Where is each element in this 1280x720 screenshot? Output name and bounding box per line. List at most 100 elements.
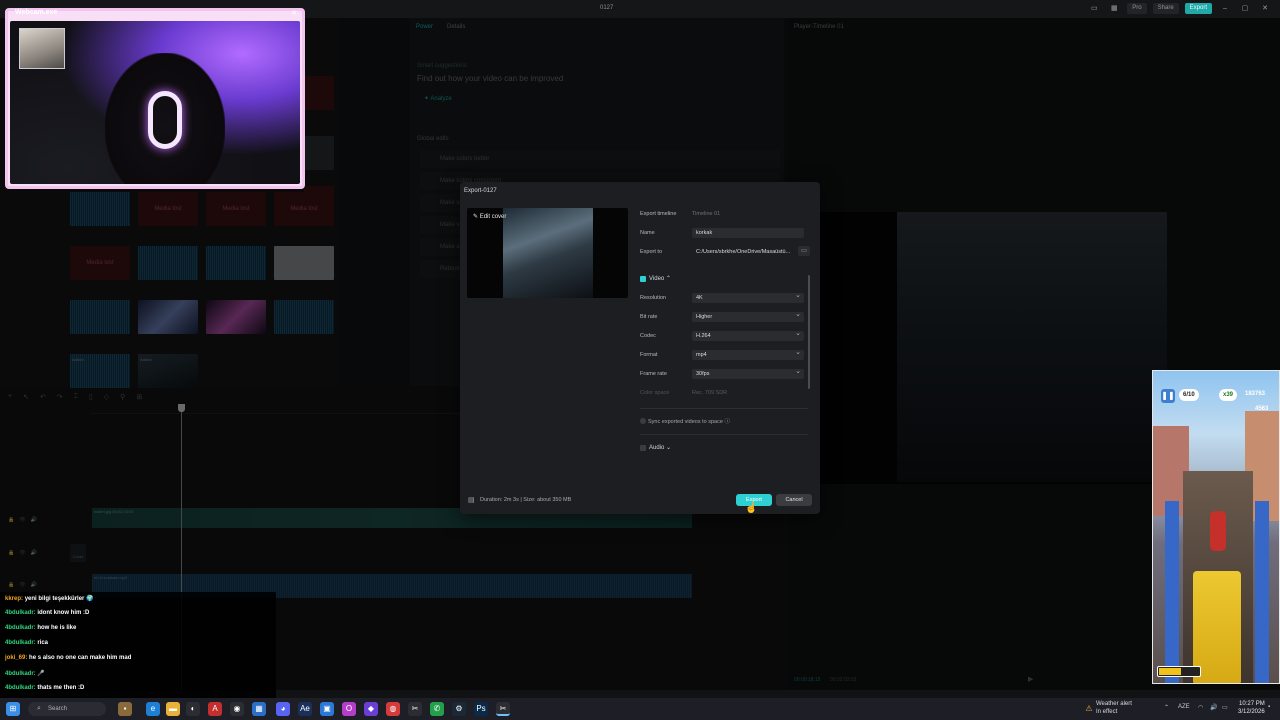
clock-time: 10:27 PM: [1239, 701, 1265, 707]
export-timeline-value: Timeline 01: [692, 211, 721, 217]
chat-user: 4bdulkadr:: [5, 640, 36, 646]
desktop: 0127 ▭ ▦ Pro Share Export – ▢ ✕ Media lo…: [0, 0, 1280, 720]
keys-counter: 6/10: [1179, 389, 1199, 401]
rail: [1255, 501, 1269, 683]
chat-text: he s also no one can make him mad: [29, 655, 132, 661]
pause-icon[interactable]: ❚❚: [1161, 389, 1175, 403]
weather-widget[interactable]: Weather alert In effect: [1096, 700, 1132, 716]
edge-icon[interactable]: e: [146, 702, 160, 716]
chat-text: idont know him :D: [37, 610, 90, 616]
folder-icon[interactable]: ▭: [798, 246, 810, 256]
cancel-button[interactable]: Cancel: [776, 494, 812, 506]
app-icon[interactable]: A: [208, 702, 222, 716]
photoshop-icon[interactable]: Ps: [474, 702, 488, 716]
framerate-select[interactable]: 30fps: [692, 367, 804, 379]
battery-icon[interactable]: ▭: [1222, 704, 1228, 711]
tray-language[interactable]: AZE: [1178, 704, 1190, 710]
pro-button[interactable]: Pro: [1127, 3, 1147, 14]
steam-icon[interactable]: ⚙: [452, 702, 466, 716]
wifi-icon[interactable]: ◠: [1198, 704, 1203, 711]
window-title: 0127: [600, 5, 614, 11]
whatsapp-icon[interactable]: ✆: [430, 702, 444, 716]
chat-message: 4bdulkadr: thats me then :D: [5, 685, 84, 691]
search-icon: ⌕: [37, 705, 41, 712]
app-icon[interactable]: ◍: [386, 702, 400, 716]
app-icon[interactable]: ▣: [320, 702, 334, 716]
chat-user: 4bdulkadr:: [5, 625, 36, 631]
close-icon[interactable]: ✕: [1258, 3, 1272, 14]
colorspace-label: Color space: [640, 390, 670, 396]
audio-section-label[interactable]: Audio ⌄: [649, 444, 671, 451]
sync-checkbox[interactable]: [640, 418, 646, 424]
score: 183763: [1245, 391, 1266, 397]
chat-message: joki_69: he s also no one can make him m…: [5, 655, 131, 661]
chat-message: 4bdulkadr: idont know him :D: [5, 610, 89, 616]
discord-icon[interactable]: ◕: [276, 702, 290, 716]
layout-grid-icon[interactable]: ▦: [1107, 3, 1121, 14]
chat-message: kkrep: yeni bilgi teşekkürler 🌍: [5, 595, 94, 602]
after-effects-icon[interactable]: Ae: [298, 702, 312, 716]
audio-section-text: Audio: [649, 445, 665, 451]
app-icon[interactable]: ◉: [230, 702, 244, 716]
coin-multiplier: x39: [1219, 389, 1238, 401]
chat-text: how he is like: [37, 625, 77, 631]
app-icon[interactable]: ◐: [186, 702, 200, 716]
resolution-select[interactable]: 4K: [692, 291, 804, 303]
dialog-scrollbar[interactable]: [808, 275, 810, 389]
colorspace-value: Rec. 709 SDR: [692, 390, 728, 396]
bitrate-label: Bit rate: [640, 314, 658, 320]
chat-message: 4bdulkadr: 🎤: [5, 670, 45, 677]
search-placeholder: Search: [48, 706, 68, 712]
weather-alert-icon[interactable]: ⚠: [1082, 702, 1096, 716]
start-icon[interactable]: ⊞: [6, 702, 20, 716]
video-checkbox[interactable]: [640, 276, 646, 282]
film-icon: ▤: [468, 497, 475, 504]
name-label: Name: [640, 230, 655, 236]
divider: [640, 408, 808, 409]
capcut-active-icon[interactable]: ✂: [496, 702, 510, 716]
opera-icon[interactable]: O: [342, 702, 356, 716]
export-top-button[interactable]: Export: [1184, 3, 1212, 14]
maximize-icon[interactable]: ▢: [1238, 3, 1252, 14]
notification-icon[interactable]: ▪: [1268, 704, 1270, 710]
power-meter-fill: [1159, 668, 1181, 675]
audio-checkbox[interactable]: [640, 445, 646, 451]
capcut-icon[interactable]: ✂: [408, 702, 422, 716]
widgets-icon[interactable]: ▪: [118, 702, 132, 716]
chat-text: 🎤: [37, 671, 45, 677]
video-section-label[interactable]: Video ⌃: [649, 275, 671, 282]
headset-glow: [148, 91, 182, 149]
cover-image: [503, 208, 593, 298]
video-section-text: Video: [649, 276, 665, 282]
chat-user: joki_69:: [5, 655, 28, 661]
bitrate-select[interactable]: Higher: [692, 310, 804, 322]
layout-icon[interactable]: ▭: [1087, 3, 1101, 14]
share-button[interactable]: Share: [1152, 3, 1179, 14]
format-select[interactable]: mp4: [692, 348, 804, 360]
edit-cover-button[interactable]: ✎ Edit cover: [473, 213, 506, 220]
clock-date: 3/12/2026: [1238, 709, 1265, 715]
info-icon[interactable]: ⓘ: [724, 419, 730, 425]
rail: [1165, 501, 1179, 683]
codec-label: Codec: [640, 333, 656, 339]
export-timeline-label: Export timeline: [640, 211, 677, 217]
edit-cover-label: Edit cover: [479, 214, 507, 220]
export-path-field[interactable]: C:/Users/sbrkhe/OneDrive/Masaüstü...: [692, 247, 794, 257]
game-overlay: ❚❚ 6/10 x39 183763 4563: [1152, 370, 1280, 684]
minimize-icon[interactable]: –: [1218, 3, 1232, 14]
taskbar-clock[interactable]: 10:27 PM 3/12/2026: [1238, 700, 1265, 716]
weather-sub: In effect: [1096, 709, 1118, 715]
format-label: Format: [640, 352, 658, 358]
chat-text: thats me then :D: [37, 685, 85, 691]
folder-icon[interactable]: ▬: [166, 702, 180, 716]
codec-select[interactable]: H.264: [692, 329, 804, 341]
cover-preview[interactable]: [467, 208, 628, 298]
webcam-close-icon[interactable]: ✕: [291, 9, 301, 17]
tray-chevron-icon[interactable]: ⌃: [1164, 704, 1169, 711]
app-icon[interactable]: ▦: [252, 702, 266, 716]
volume-icon[interactable]: 🔊: [1210, 704, 1217, 711]
chat-message: 4bdulkadr: rica: [5, 640, 48, 646]
stream-chat: kkrep: yeni bilgi teşekkürler 🌍 4bdulkad…: [0, 592, 276, 698]
name-field[interactable]: korkak: [692, 228, 804, 238]
app-icon[interactable]: ◆: [364, 702, 378, 716]
